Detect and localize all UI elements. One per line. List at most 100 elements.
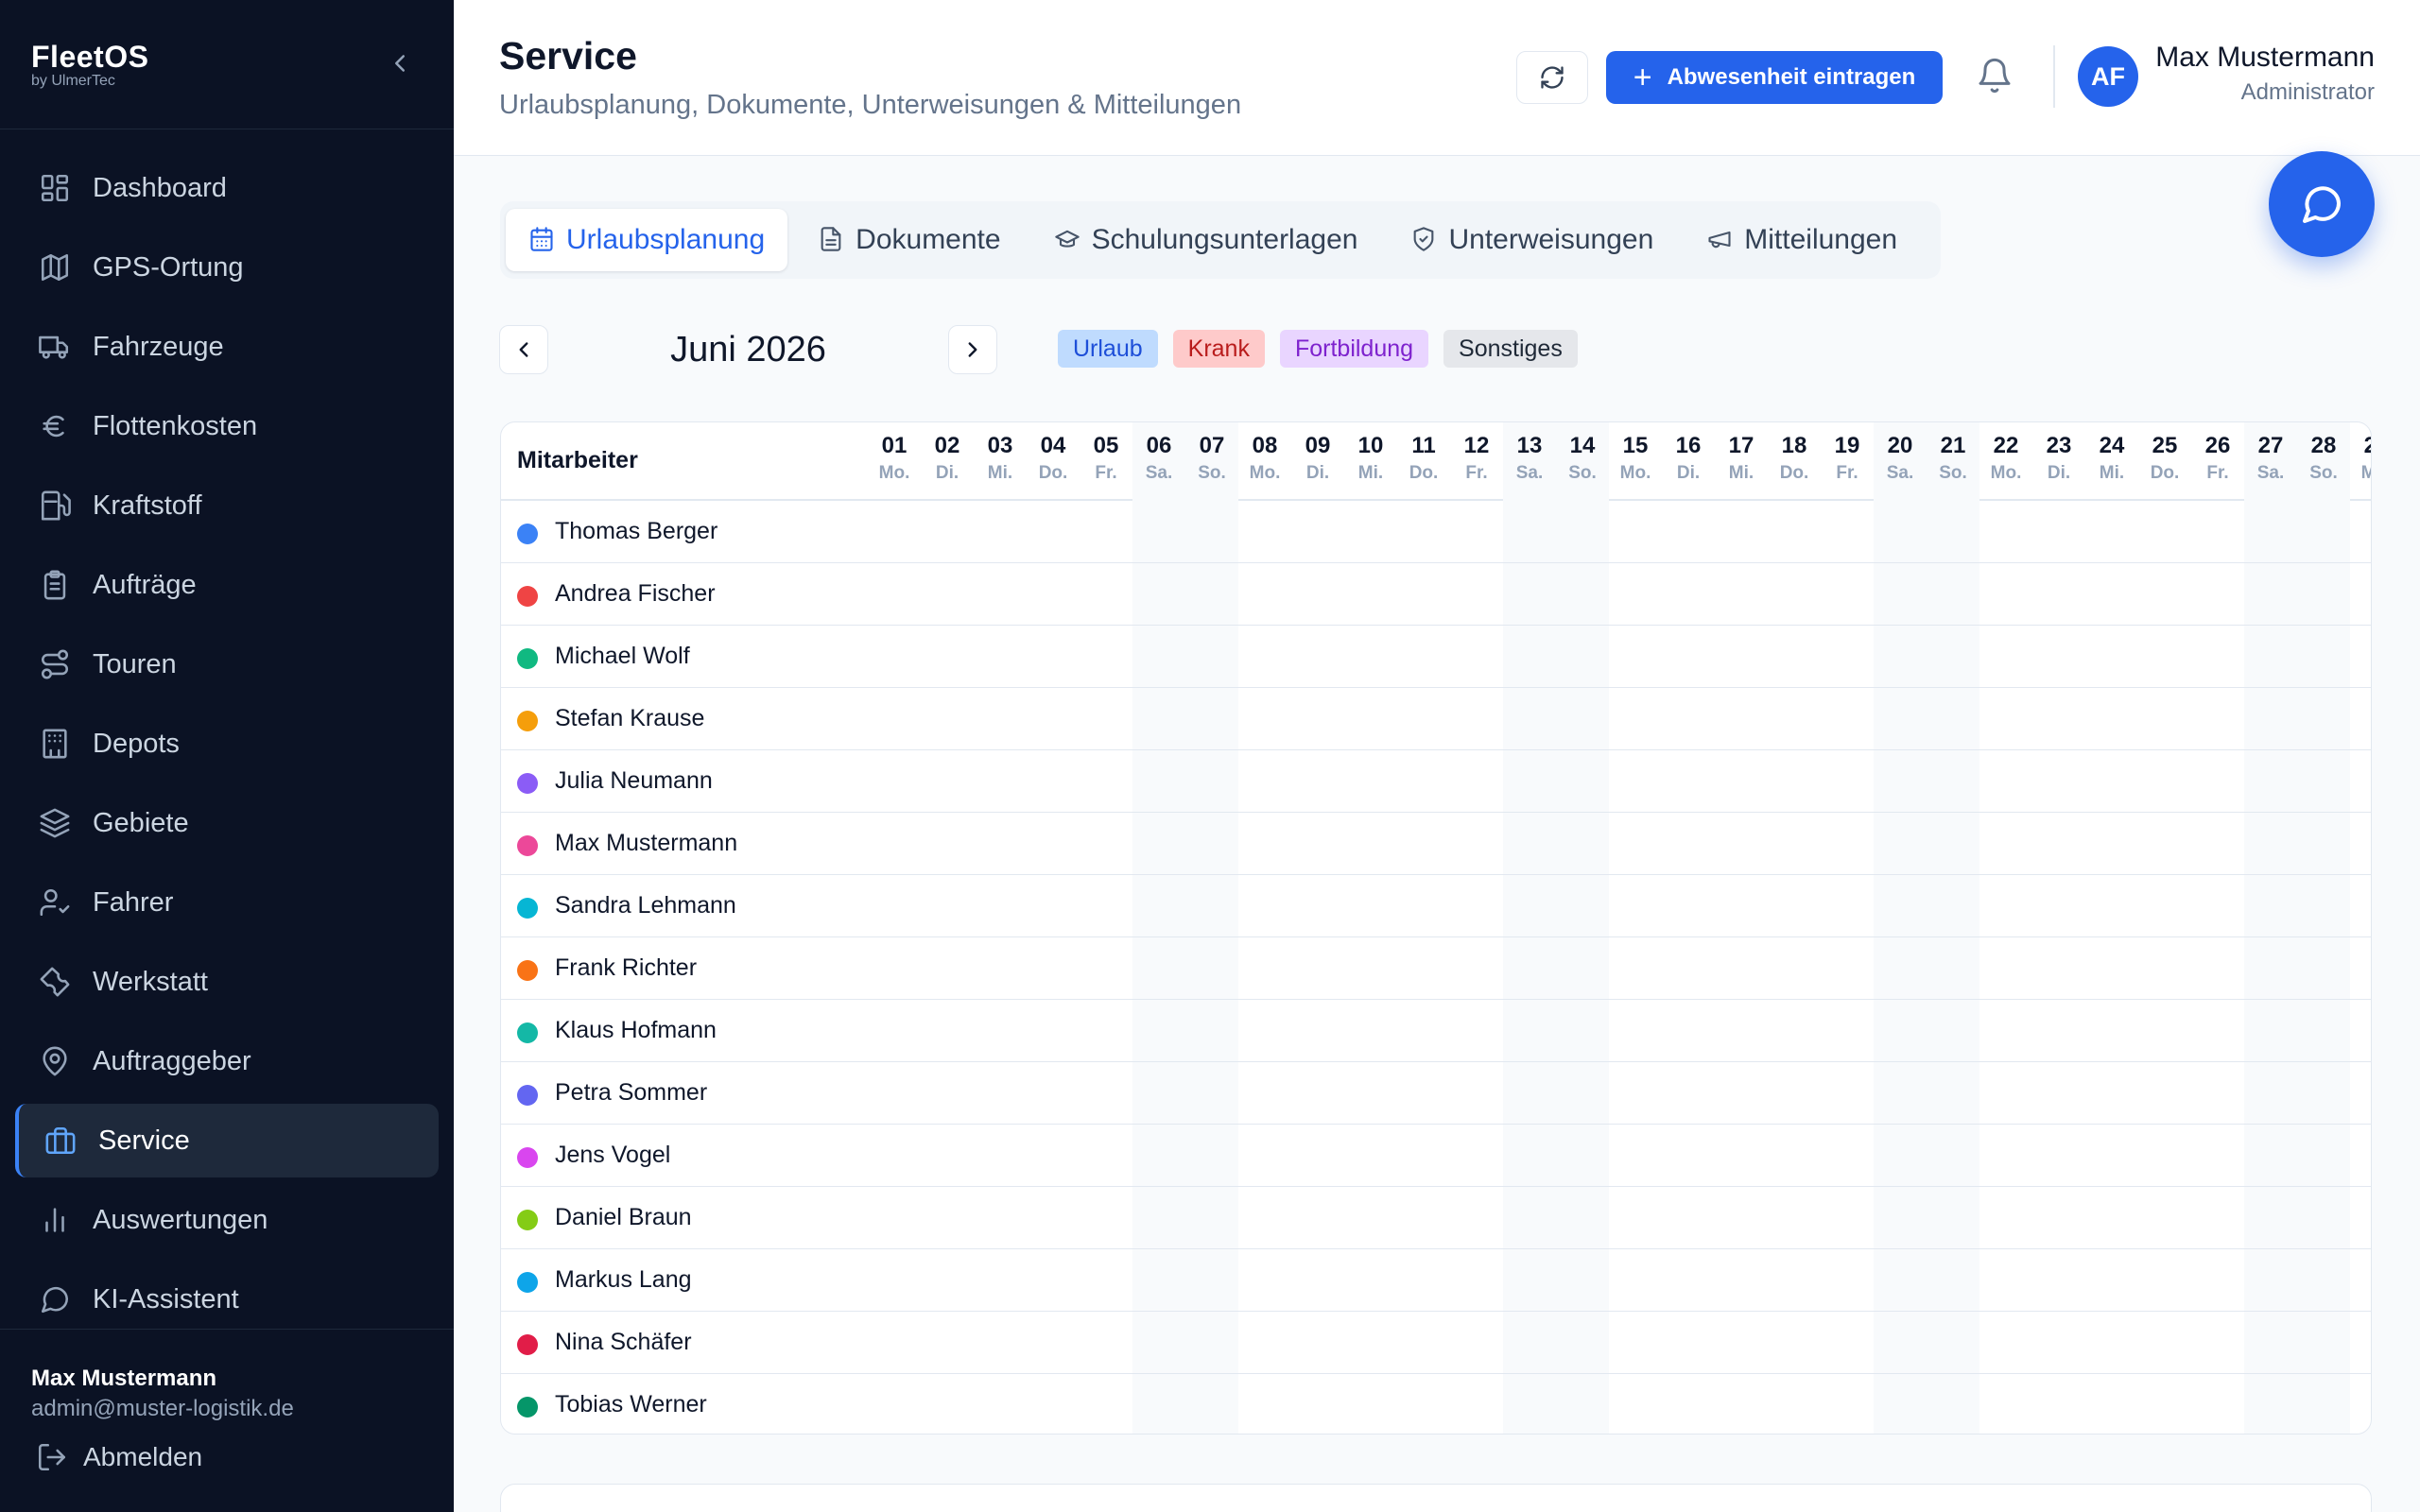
sidebar-item-auswertungen[interactable]: Auswertungen bbox=[15, 1183, 439, 1257]
legend-badge-sonstiges: Sonstiges bbox=[1443, 330, 1578, 368]
secondary-card bbox=[500, 1484, 2372, 1512]
bar-chart-icon bbox=[38, 1203, 72, 1237]
employee-row[interactable]: Michael Wolf bbox=[501, 626, 2371, 688]
sidebar-item-gebiete[interactable]: Gebiete bbox=[15, 786, 439, 860]
bell-icon[interactable] bbox=[1976, 57, 2014, 94]
day-number: 22 bbox=[1993, 433, 2019, 458]
day-weekday: Mo. bbox=[1990, 463, 2022, 483]
prev-month-button[interactable] bbox=[499, 325, 548, 374]
page-subtitle: Urlaubsplanung, Dokumente, Unterweisunge… bbox=[499, 90, 1242, 120]
logout-icon bbox=[36, 1441, 68, 1473]
employee-row[interactable]: Sandra Lehmann bbox=[501, 875, 2371, 937]
plus-icon: + bbox=[1633, 60, 1652, 95]
sidebar-user-email: admin@muster-logistik.de bbox=[31, 1396, 294, 1421]
day-number: 29 bbox=[2350, 433, 2371, 459]
add-absence-button[interactable]: + Abwesenheit eintragen bbox=[1606, 51, 1943, 104]
building-icon bbox=[38, 727, 72, 761]
day-number: 19 bbox=[1834, 433, 1860, 458]
sidebar-item-ki-assistent[interactable]: KI-Assistent bbox=[15, 1263, 439, 1336]
sidebar-item-kraftstoff[interactable]: Kraftstoff bbox=[15, 469, 439, 542]
next-month-button[interactable] bbox=[948, 325, 997, 374]
chat-fab-button[interactable] bbox=[2269, 151, 2375, 257]
employee-color-dot bbox=[517, 773, 538, 794]
employee-color-dot bbox=[517, 524, 538, 544]
day-weekday: So. bbox=[1939, 463, 1967, 483]
chevron-left-icon[interactable] bbox=[386, 49, 414, 77]
month-label: Juni 2026 bbox=[670, 329, 826, 369]
day-number: 01 bbox=[881, 433, 908, 458]
employee-color-dot bbox=[517, 1147, 538, 1168]
day-header: 17 Mi. bbox=[1715, 422, 1768, 501]
header-user[interactable]: Max Mustermann Administrator bbox=[2155, 42, 2375, 106]
employee-row[interactable]: Petra Sommer bbox=[501, 1062, 2371, 1125]
sidebar-item-touren[interactable]: Touren bbox=[15, 627, 439, 701]
employee-row[interactable]: Andrea Fischer bbox=[501, 563, 2371, 626]
employee-color-dot bbox=[517, 835, 538, 856]
employee-color-dot bbox=[517, 1272, 538, 1293]
tab-label: Schulungsunterlagen bbox=[1091, 224, 1358, 255]
day-header: 08 Mo. bbox=[1238, 422, 1291, 501]
day-header: 22 Mo. bbox=[1979, 422, 2032, 501]
day-weekday: Mi. bbox=[2099, 463, 2125, 483]
employee-row[interactable]: Tobias Werner bbox=[501, 1374, 2371, 1434]
sidebar-item-auftraggeber[interactable]: Auftraggeber bbox=[15, 1024, 439, 1098]
sidebar-item-dashboard[interactable]: Dashboard bbox=[15, 151, 439, 225]
employee-row[interactable]: Frank Richter bbox=[501, 937, 2371, 1000]
day-header: 07 So. bbox=[1185, 422, 1238, 501]
sidebar-item-label: Gebiete bbox=[93, 807, 189, 838]
tab-mitteilungen[interactable]: Mitteilungen bbox=[1684, 209, 1920, 271]
day-weekday: Do. bbox=[1409, 463, 1439, 483]
employee-row[interactable]: Nina Schäfer bbox=[501, 1312, 2371, 1374]
sidebar-item-label: Kraftstoff bbox=[93, 490, 202, 521]
employee-row[interactable]: Markus Lang bbox=[501, 1249, 2371, 1312]
sidebar-item-depots[interactable]: Depots bbox=[15, 707, 439, 781]
day-weekday: Sa. bbox=[1515, 463, 1544, 483]
tab-label: Urlaubsplanung bbox=[566, 224, 766, 255]
employee-row[interactable]: Thomas Berger bbox=[501, 501, 2371, 563]
tab-schulungsunterlagen[interactable]: Schulungsunterlagen bbox=[1031, 209, 1381, 271]
day-weekday: Sa. bbox=[1145, 463, 1173, 483]
employee-row[interactable]: Stefan Krause bbox=[501, 688, 2371, 750]
day-number: 14 bbox=[1569, 433, 1596, 458]
tab-dokumente[interactable]: Dokumente bbox=[795, 209, 1023, 271]
chat-icon bbox=[2299, 181, 2344, 227]
employee-name: Jens Vogel bbox=[555, 1142, 671, 1168]
sidebar-item-fahrzeuge[interactable]: Fahrzeuge bbox=[15, 310, 439, 384]
day-header: 01 Mo. bbox=[868, 422, 921, 501]
page-title: Service bbox=[499, 34, 637, 77]
employee-row[interactable]: Jens Vogel bbox=[501, 1125, 2371, 1187]
shield-icon bbox=[1410, 226, 1439, 254]
employee-row[interactable]: Klaus Hofmann bbox=[501, 1000, 2371, 1062]
sidebar: FleetOS by UlmerTec Dashboard GPS-Ortung F… bbox=[0, 0, 454, 1512]
employee-row[interactable]: Julia Neumann bbox=[501, 750, 2371, 813]
sidebar-item-werkstatt[interactable]: Werkstatt bbox=[15, 945, 439, 1019]
employee-row[interactable]: Max Mustermann bbox=[501, 813, 2371, 875]
calendar-icon bbox=[528, 226, 557, 254]
day-header: 12 Fr. bbox=[1450, 422, 1503, 501]
avatar[interactable]: AF bbox=[2078, 46, 2138, 107]
day-weekday: Mi. bbox=[1728, 463, 1754, 483]
day-weekday: Di. bbox=[935, 463, 959, 483]
day-header: 18 Do. bbox=[1768, 422, 1821, 501]
chevron-left-icon bbox=[511, 337, 536, 362]
sidebar-item-gps-ortung[interactable]: GPS-Ortung bbox=[15, 231, 439, 304]
sidebar-item-service[interactable]: Service bbox=[15, 1104, 439, 1177]
logout-button[interactable]: Abmelden bbox=[36, 1441, 202, 1473]
header-user-name: Max Mustermann bbox=[2155, 42, 2375, 73]
day-number: 16 bbox=[1675, 433, 1702, 458]
vacation-calendar: Mitarbeiter 01 Mo. 02 Di. 03 Mi. 04 Do. 05 Fr. 06 S… bbox=[500, 421, 2372, 1435]
day-weekday: Di. bbox=[2047, 463, 2071, 483]
employee-name: Daniel Braun bbox=[555, 1204, 692, 1230]
tab-urlaubsplanung[interactable]: Urlaubsplanung bbox=[506, 209, 788, 271]
sidebar-user-name: Max Mustermann bbox=[31, 1366, 217, 1391]
employee-color-dot bbox=[517, 711, 538, 731]
employee-name: Tobias Werner bbox=[555, 1391, 707, 1418]
tab-unterweisungen[interactable]: Unterweisungen bbox=[1388, 209, 1676, 271]
day-header: 19 Fr. bbox=[1821, 422, 1874, 501]
sidebar-item-aufträge[interactable]: Aufträge bbox=[15, 548, 439, 622]
day-weekday: Sa. bbox=[2256, 463, 2285, 483]
employee-row[interactable]: Daniel Braun bbox=[501, 1187, 2371, 1249]
sidebar-item-fahrer[interactable]: Fahrer bbox=[15, 866, 439, 939]
refresh-button[interactable] bbox=[1516, 51, 1588, 104]
sidebar-item-flottenkosten[interactable]: Flottenkosten bbox=[15, 389, 439, 463]
